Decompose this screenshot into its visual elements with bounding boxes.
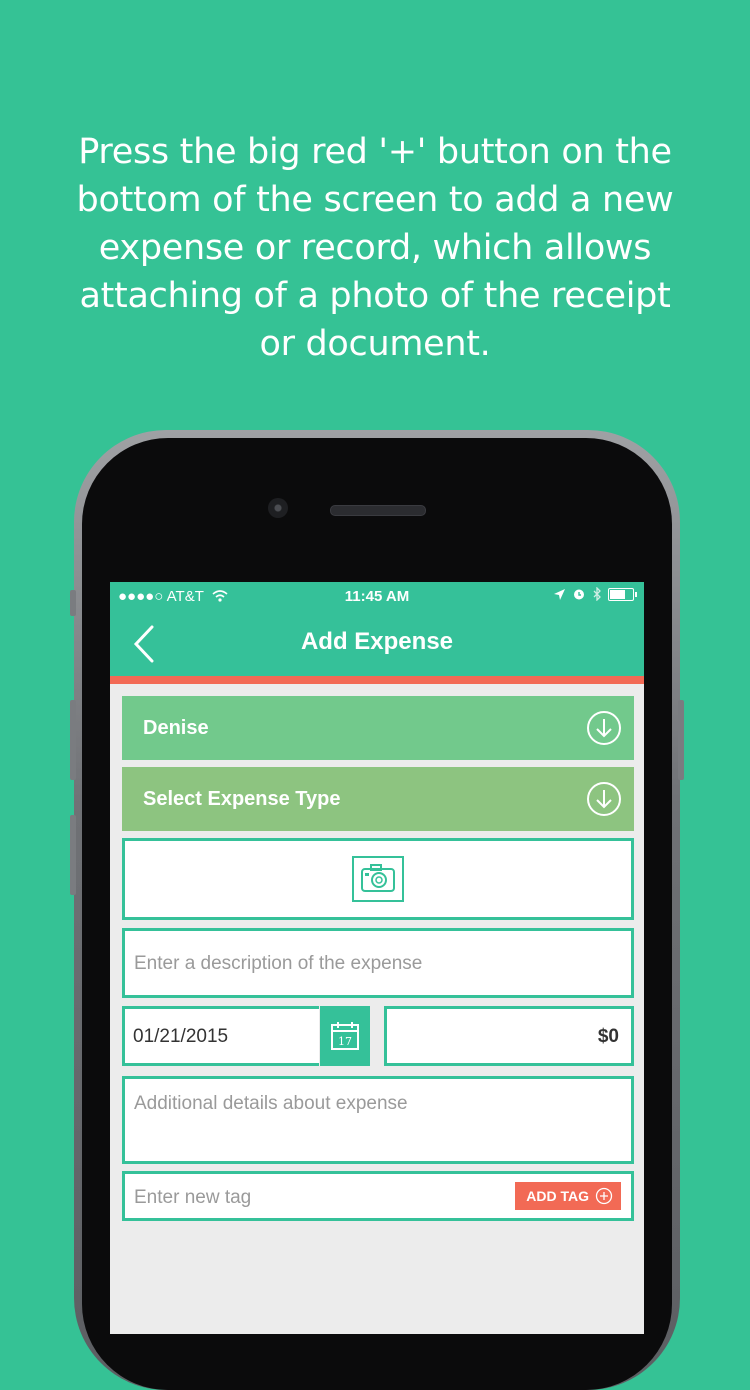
- battery-icon: [608, 587, 637, 601]
- caption-text: Press the big red '+' button on the bott…: [76, 132, 674, 364]
- description-field[interactable]: Enter a description of the expense: [122, 928, 634, 998]
- add-tag-label: ADD TAG: [526, 1188, 589, 1204]
- volume-down-button: [70, 815, 76, 895]
- calendar-icon: 17: [331, 1022, 359, 1050]
- amount-value: $0: [597, 1026, 619, 1047]
- app-screen: ●●●●○ AT&T 11:45 AM Add Expense Denise S…: [110, 582, 644, 1334]
- calendar-button[interactable]: 17: [320, 1006, 370, 1066]
- front-camera: [268, 498, 288, 518]
- date-value: 01/21/2015: [133, 1026, 229, 1047]
- volume-up-button: [70, 700, 76, 780]
- earpiece-speaker: [330, 505, 426, 516]
- alarm-icon: [574, 589, 584, 600]
- chevron-down-circle-icon: [587, 711, 621, 745]
- accent-divider: [110, 676, 644, 684]
- details-field[interactable]: Additional details about expense: [122, 1076, 634, 1164]
- chevron-down-circle-icon: [587, 782, 621, 816]
- status-bar: ●●●●○ AT&T 11:45 AM: [110, 582, 644, 610]
- person-select[interactable]: Denise: [122, 696, 634, 760]
- calendar-day: 17: [338, 1035, 352, 1048]
- page-title: Add Expense: [300, 628, 454, 655]
- person-select-label: Denise: [143, 717, 209, 739]
- plus-circle-icon: [595, 1187, 613, 1205]
- power-button: [678, 700, 684, 780]
- details-placeholder: Additional details about expense: [134, 1093, 408, 1114]
- expense-type-select[interactable]: Select Expense Type: [122, 767, 634, 831]
- tag-placeholder: Enter new tag: [134, 1187, 252, 1208]
- camera-icon: [352, 856, 404, 902]
- mute-switch: [70, 590, 76, 616]
- nav-bar: Add Expense: [110, 610, 644, 676]
- attach-photo-button[interactable]: [122, 838, 634, 920]
- bluetooth-icon: [593, 587, 601, 601]
- location-icon: [554, 588, 565, 600]
- amount-field[interactable]: $0: [384, 1006, 634, 1066]
- description-placeholder: Enter a description of the expense: [134, 953, 423, 974]
- expense-type-label: Select Expense Type: [143, 788, 341, 810]
- add-tag-button[interactable]: ADD TAG: [515, 1182, 621, 1210]
- tag-field[interactable]: Enter new tag ADD TAG: [122, 1171, 634, 1221]
- date-field[interactable]: 01/21/2015: [122, 1006, 319, 1066]
